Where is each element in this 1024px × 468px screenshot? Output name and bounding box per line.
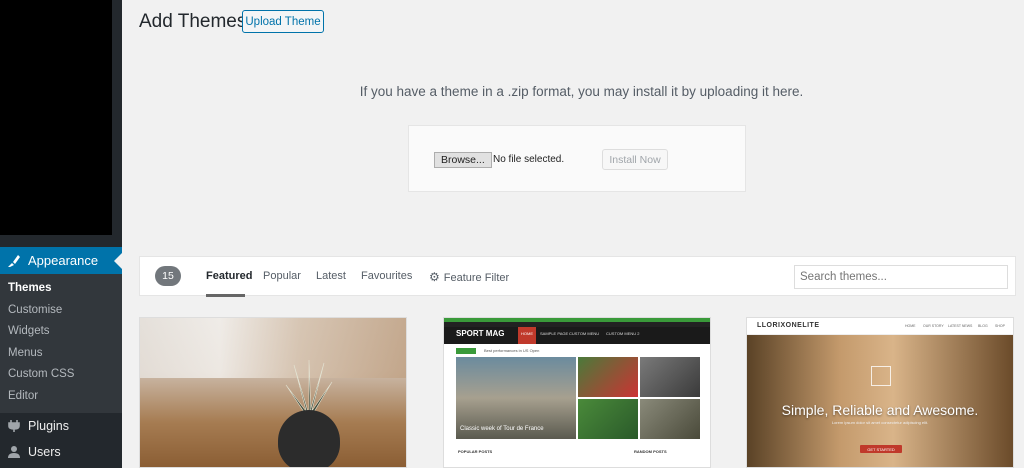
plant-leaves-image xyxy=(285,360,333,415)
theme-thumbnail xyxy=(578,399,638,439)
feature-filter-label: Feature Filter xyxy=(443,272,510,284)
plugin-icon xyxy=(6,418,22,434)
theme-count-badge: 15 xyxy=(155,266,181,286)
sidebar-item-label: Plugins xyxy=(28,419,69,433)
gear-icon: ⚙ xyxy=(429,270,440,284)
tab-featured[interactable]: Featured xyxy=(206,270,252,282)
sidebar-item-appearance[interactable]: Appearance xyxy=(0,247,122,274)
theme-card[interactable]: SPORT MAG HOME SAMPLE PAGE CUSTOM MENU C… xyxy=(443,317,711,468)
submenu-item-menus[interactable]: Menus xyxy=(0,343,122,365)
user-icon xyxy=(6,444,22,460)
theme-section-label: POPULAR POSTS xyxy=(458,449,493,454)
active-tab-indicator xyxy=(206,294,245,297)
theme-logo: SPORT MAG xyxy=(456,329,505,338)
sidebar-top-panel xyxy=(0,0,112,235)
upload-description: If you have a theme in a .zip format, yo… xyxy=(359,84,804,99)
file-status-text: No file selected. xyxy=(493,154,565,165)
page-title: Add Themes xyxy=(139,11,247,32)
sidebar-item-label: Users xyxy=(28,445,61,459)
theme-card[interactable]: LLORIXONELITE HOME OUR STORY LATEST NEWS… xyxy=(746,317,1014,468)
theme-latest-badge xyxy=(456,348,476,354)
theme-logo: LLORIXONELITE xyxy=(757,322,820,329)
search-themes-input[interactable] xyxy=(794,265,1008,289)
theme-filter-bar: 15 Featured Popular Latest Favourites ⚙ F… xyxy=(139,256,1016,297)
theme-hero-title: Classic week of Tour de France xyxy=(460,426,544,432)
theme-nav-item: HOME xyxy=(905,324,916,328)
tab-popular[interactable]: Popular xyxy=(263,270,301,282)
browse-button[interactable]: Browse... xyxy=(434,152,492,168)
theme-nav-item: CUSTOM MENU xyxy=(569,331,600,336)
submenu-item-widgets[interactable]: Widgets xyxy=(0,321,122,343)
upload-theme-button[interactable]: Upload Theme xyxy=(242,10,324,33)
submenu-item-customise[interactable]: Customise xyxy=(0,300,122,322)
upload-form: Browse... No file selected. Install Now xyxy=(408,125,746,192)
sidebar-item-label: Appearance xyxy=(28,253,99,268)
theme-screenshot-window xyxy=(140,318,406,378)
theme-thumbnail xyxy=(578,357,638,397)
install-now-button[interactable]: Install Now xyxy=(602,149,668,170)
theme-section-label: RANDOM POSTS xyxy=(634,449,667,454)
feature-filter-button[interactable]: ⚙ Feature Filter xyxy=(429,270,509,284)
theme-nav-item: OUR STORY xyxy=(923,324,944,328)
sidebar-item-plugins[interactable]: Plugins xyxy=(0,413,122,439)
current-menu-arrow xyxy=(114,253,122,269)
plant-pot-image xyxy=(278,410,340,467)
theme-ticker: Best performances in US Open xyxy=(484,348,540,353)
theme-card[interactable] xyxy=(139,317,407,468)
theme-nav-item: HOME xyxy=(521,331,533,336)
theme-hero-subtitle: Lorem ipsum dolor sit amet consectetur a… xyxy=(831,420,929,425)
appearance-submenu: Themes Customise Widgets Menus Custom CS… xyxy=(0,274,122,413)
tab-latest[interactable]: Latest xyxy=(316,270,346,282)
theme-nav-item: LATEST NEWS xyxy=(948,324,973,328)
sidebar-item-users[interactable]: Users xyxy=(0,439,122,465)
theme-thumbnail xyxy=(640,399,700,439)
theme-logo-icon xyxy=(871,366,891,386)
theme-nav-item: SAMPLE PAGE xyxy=(540,331,569,336)
submenu-item-custom-css[interactable]: Custom CSS xyxy=(0,364,122,386)
theme-nav-item: BLOG xyxy=(978,324,988,328)
submenu-item-editor[interactable]: Editor xyxy=(0,386,122,408)
paintbrush-icon xyxy=(6,253,22,269)
theme-hero-title: Simple, Reliable and Awesome. xyxy=(781,402,979,418)
theme-nav-item: SHOP xyxy=(995,324,1005,328)
admin-sidebar: Appearance Themes Customise Widgets Menu… xyxy=(0,0,122,468)
theme-nav-item: CUSTOM MENU 2 xyxy=(606,331,640,336)
tab-favourites[interactable]: Favourites xyxy=(361,270,412,282)
submenu-item-themes[interactable]: Themes xyxy=(0,278,122,300)
theme-cta-button: GET STARTED xyxy=(860,445,902,453)
admin-menu: Appearance Themes Customise Widgets Menu… xyxy=(0,247,122,465)
theme-thumbnail xyxy=(640,357,700,397)
